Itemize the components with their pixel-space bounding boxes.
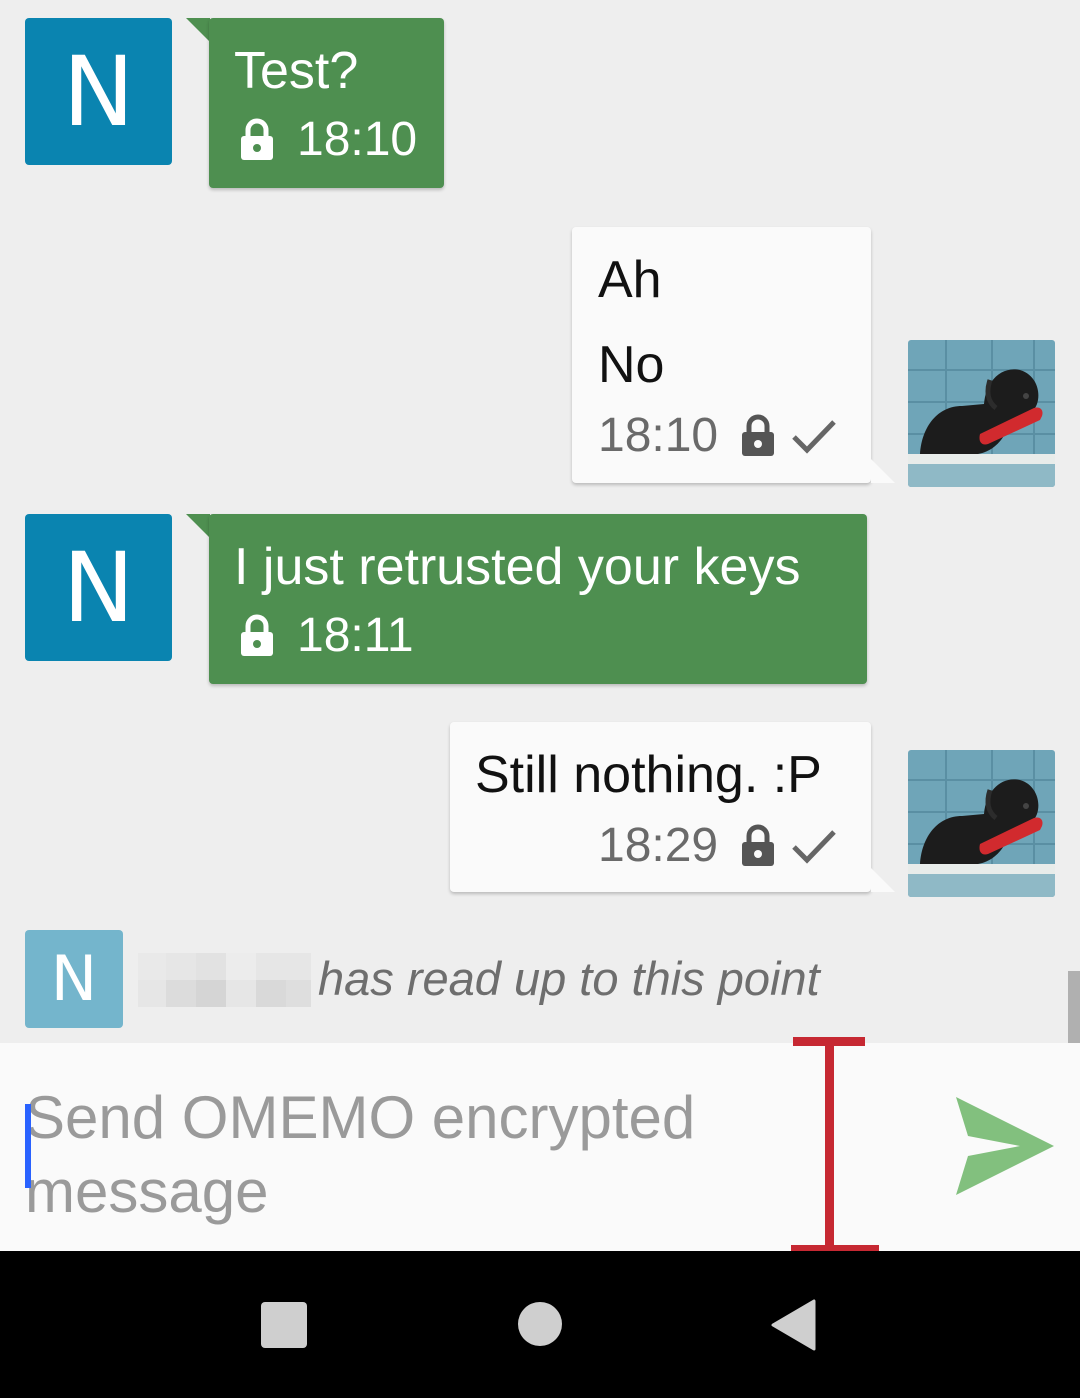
scrollbar[interactable] [1068,971,1080,1043]
message-bubble-received[interactable]: Test? 18:10 [209,18,444,188]
avatar-letter: N [62,531,135,644]
message-time: 18:29 [598,819,719,872]
message-bubble-received[interactable]: I just retrusted your keys 18:11 [209,514,867,684]
conversation-view[interactable]: N Test? 18:10 Ah No 18:10 N I just retru… [0,0,1080,1043]
message-meta: 18:11 [239,612,414,660]
read-marker-avatar[interactable]: N [25,930,123,1028]
read-marker-text: has read up to this point [318,952,820,1005]
message-composer: Send OMEMO encrypted message [0,1043,1080,1251]
message-text: Test? [234,42,359,100]
send-icon [956,1097,1054,1195]
message-input[interactable]: Send OMEMO encrypted message [25,1081,785,1229]
redacted-contact-name [138,953,311,1007]
lock-icon [241,614,273,656]
avatar-letter: N [50,942,98,1015]
message-text-line-2: No [598,336,665,394]
message-meta: 18:10 [239,116,417,164]
circle-icon [518,1302,562,1346]
lock-icon [241,118,273,160]
own-avatar-photo[interactable] [908,340,1055,487]
check-icon [792,830,836,864]
system-navigation-bar [0,1251,1080,1398]
lock-icon [742,414,775,456]
message-meta: 18:10 [598,412,838,460]
back-button[interactable] [770,1299,818,1356]
check-icon [792,420,836,454]
recents-button[interactable] [260,1301,308,1354]
message-meta: 18:29 [598,822,838,870]
home-button[interactable] [517,1301,563,1352]
message-time: 18:11 [297,609,414,662]
message-text: I just retrusted your keys [234,538,801,596]
bubble-tail [871,459,895,483]
triangle-back-icon [771,1299,816,1351]
message-text-line-1: Ah [598,251,662,309]
input-caret [25,1104,31,1188]
lock-icon [742,824,775,866]
message-text: Still nothing. :P [475,746,822,804]
message-time: 18:10 [297,113,418,166]
square-icon [261,1302,307,1348]
dog-photo [908,750,1055,897]
message-time: 18:10 [598,409,719,462]
message-bubble-sent[interactable]: Ah No 18:10 [572,227,871,483]
own-avatar-photo[interactable] [908,750,1055,897]
avatar-letter: N [62,35,135,148]
send-button[interactable] [950,1093,1060,1203]
dog-photo [908,340,1055,487]
message-bubble-sent[interactable]: Still nothing. :P 18:29 [450,722,871,892]
text-cursor-icon [791,1037,879,1257]
bubble-tail [186,514,210,538]
bubble-tail [871,868,895,892]
contact-avatar[interactable]: N [25,514,172,661]
contact-avatar[interactable]: N [25,18,172,165]
bubble-tail [186,18,210,42]
